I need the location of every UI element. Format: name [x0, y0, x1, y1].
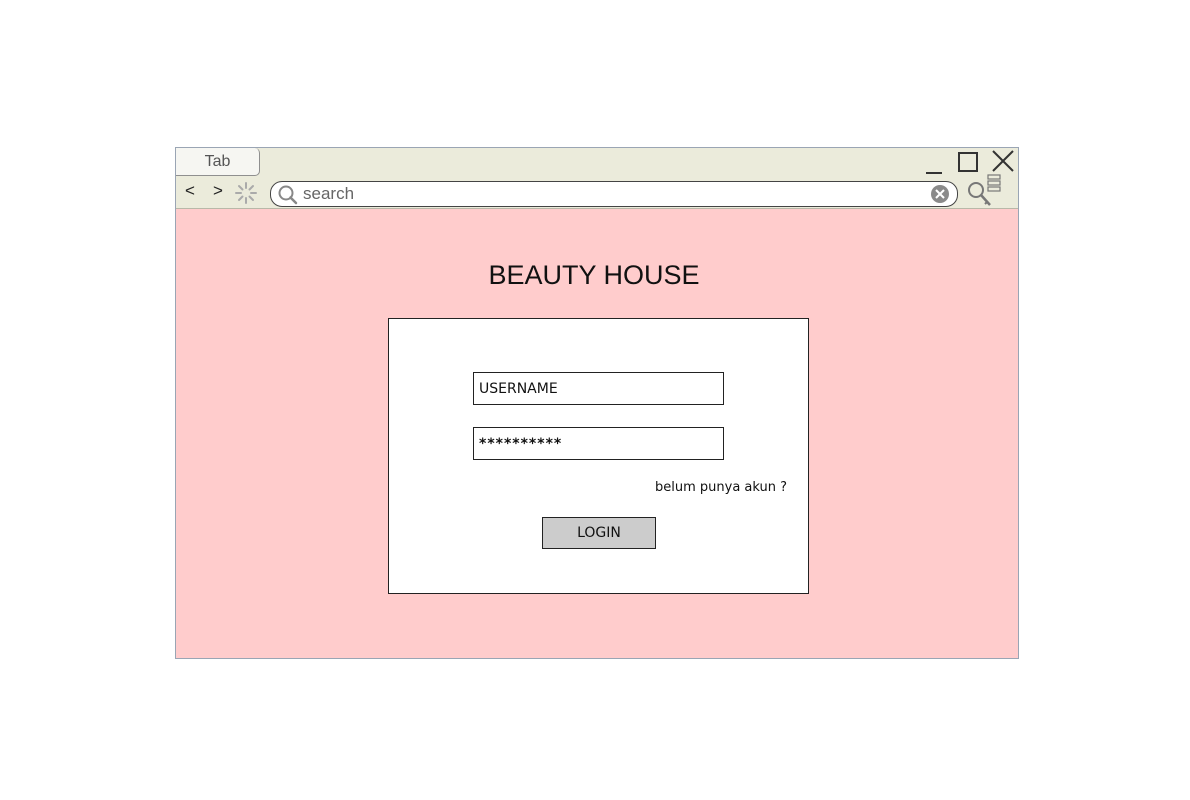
minimize-icon[interactable] [924, 155, 944, 175]
maximize-icon[interactable] [957, 151, 979, 173]
login-form: belum punya akun ? LOGIN [388, 318, 809, 594]
forward-button[interactable]: > [213, 181, 223, 201]
search-icon [278, 185, 298, 205]
clear-search-icon[interactable] [930, 184, 950, 204]
loading-spinner-icon [235, 182, 257, 204]
page-title: BEAUTY HOUSE [488, 260, 700, 290]
username-field[interactable] [473, 372, 724, 405]
login-button[interactable]: LOGIN [542, 517, 656, 549]
register-link[interactable]: belum punya akun ? [655, 480, 787, 495]
search-input[interactable] [303, 182, 903, 206]
browser-tab[interactable]: Tab [176, 148, 260, 176]
browser-toolbar: Tab < > [176, 148, 1018, 209]
password-field[interactable] [473, 427, 724, 460]
key-menu-icon[interactable] [966, 174, 1002, 208]
address-bar[interactable] [270, 181, 958, 207]
back-button[interactable]: < [185, 181, 195, 201]
browser-window: Tab < > search BEAUTY HOUSE USERNAME ***… [175, 147, 1019, 659]
close-icon[interactable] [991, 149, 1015, 173]
